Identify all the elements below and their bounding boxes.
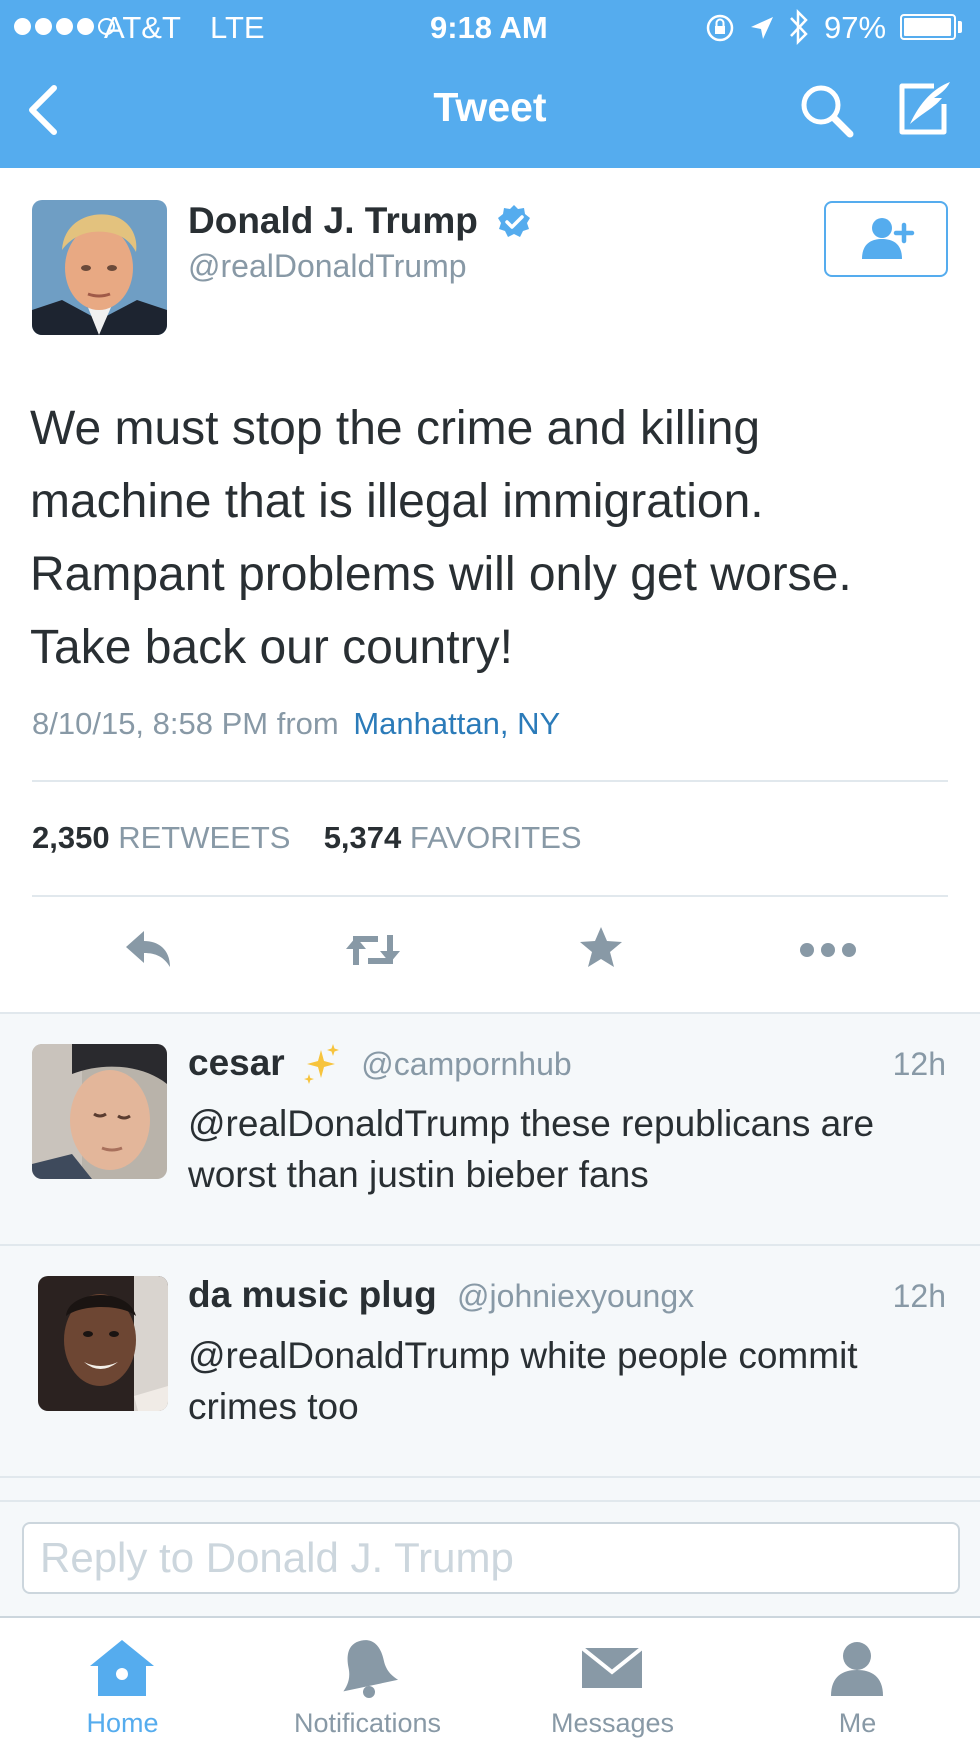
- retweets-count[interactable]: 2,350: [32, 820, 110, 855]
- reply-text: @realDonaldTrump white people commit cri…: [188, 1335, 858, 1427]
- verified-badge-icon: [498, 205, 530, 237]
- reply-author[interactable]: cesar @campornhub: [188, 1042, 572, 1086]
- network-label: LTE: [210, 10, 265, 45]
- reply-time: 12h: [892, 1046, 946, 1082]
- reply-avatar[interactable]: [38, 1276, 168, 1411]
- avatar-image: [38, 1276, 168, 1411]
- tab-notifications[interactable]: Notifications: [245, 1616, 490, 1743]
- favorites-label[interactable]: FAVORITES: [410, 820, 582, 855]
- avatar-image: [32, 1044, 167, 1179]
- tab-home[interactable]: Home: [0, 1616, 245, 1743]
- header: AT&T LTE 9:18 AM 97% Tweet: [0, 0, 980, 168]
- search-icon[interactable]: [798, 82, 856, 140]
- reply-text: @realDonaldTrump these republicans are w…: [188, 1103, 875, 1195]
- favorite-star-icon[interactable]: [578, 925, 624, 971]
- status-bar: AT&T LTE 9:18 AM 97%: [0, 0, 980, 56]
- avatar-image: [32, 200, 167, 335]
- signal-strength-icon: [14, 18, 115, 35]
- divider: [32, 895, 948, 897]
- author-avatar[interactable]: [32, 200, 167, 335]
- tweet-timestamp: 8/10/15, 8:58 PM from: [32, 706, 339, 741]
- carrier-label: AT&T: [104, 10, 181, 45]
- bluetooth-icon: [790, 8, 808, 46]
- tab-messages[interactable]: Messages: [490, 1616, 735, 1743]
- orientation-lock-icon: [706, 14, 734, 42]
- reply-author[interactable]: da music plug @johniexyoungx: [188, 1274, 694, 1316]
- tab-me[interactable]: Me: [735, 1616, 980, 1743]
- person-icon: [831, 1642, 883, 1696]
- envelope-icon: [580, 1646, 644, 1688]
- reply-author-handle[interactable]: @campornhub: [361, 1046, 571, 1082]
- reply-item[interactable]: cesar @campornhub 12h @realDonaldTrump t…: [0, 1014, 980, 1246]
- tab-label: Messages: [550, 1708, 675, 1738]
- reply-author-name[interactable]: cesar: [188, 1042, 285, 1083]
- compose-icon[interactable]: [894, 78, 956, 140]
- location-icon: [751, 17, 773, 39]
- tweet-meta: 8/10/15, 8:58 PM from Manhattan, NY: [32, 706, 560, 742]
- retweet-icon[interactable]: [342, 925, 404, 975]
- battery-icon: [900, 14, 956, 40]
- reply-icon[interactable]: [122, 925, 174, 975]
- tweet-stats: 2,350 RETWEETS 5,374 FAVORITES: [32, 820, 582, 856]
- reply-time: 12h: [892, 1278, 946, 1314]
- bell-icon: [343, 1640, 399, 1698]
- reply-item[interactable]: da music plug @johniexyoungx 12h @realDo…: [0, 1246, 980, 1478]
- reply-author-name[interactable]: da music plug: [188, 1274, 437, 1315]
- tab-label: Notifications: [293, 1708, 442, 1738]
- reply-input[interactable]: [22, 1522, 960, 1594]
- home-icon: [90, 1640, 154, 1696]
- reply-author-handle[interactable]: @johniexyoungx: [457, 1278, 694, 1314]
- reply-avatar[interactable]: [32, 1044, 167, 1179]
- replies-list: cesar @campornhub 12h @realDonaldTrump t…: [0, 1012, 980, 1502]
- add-user-icon: [862, 218, 915, 259]
- retweets-label[interactable]: RETWEETS: [118, 820, 290, 855]
- divider: [32, 780, 948, 782]
- author-name[interactable]: Donald J. Trump: [188, 200, 478, 242]
- follow-button[interactable]: [824, 201, 948, 277]
- battery-percent: 97%: [824, 10, 887, 45]
- favorites-count[interactable]: 5,374: [324, 820, 402, 855]
- tweet-text: We must stop the crime and killing machi…: [30, 402, 852, 674]
- tweet-location-link[interactable]: Manhattan, NY: [353, 706, 560, 741]
- sparkles-icon: [304, 1044, 339, 1085]
- tab-label: Me: [838, 1708, 877, 1738]
- author-handle[interactable]: @realDonaldTrump: [188, 248, 467, 285]
- tab-label: Home: [86, 1708, 159, 1738]
- status-time: 9:18 AM: [430, 10, 548, 45]
- more-options-icon[interactable]: [798, 940, 858, 960]
